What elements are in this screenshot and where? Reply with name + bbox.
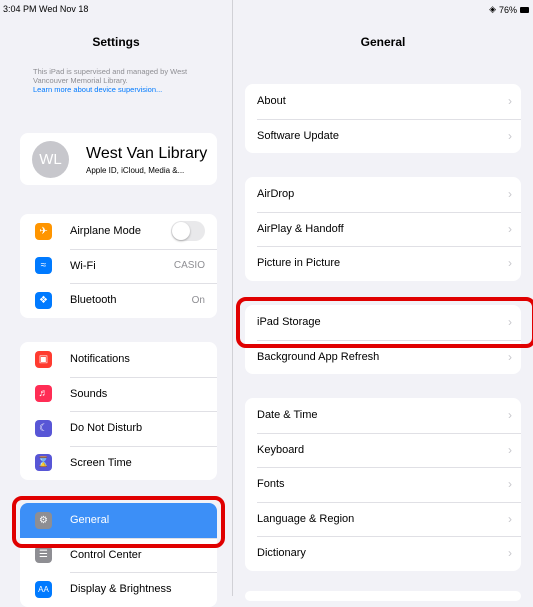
list-item-ipad-storage[interactable]: iPad Storage › xyxy=(245,305,521,340)
hourglass-icon: ⌛ xyxy=(35,454,52,472)
bluetooth-icon: ❖ xyxy=(35,291,52,309)
toggle-knob xyxy=(172,222,190,241)
locale-group: Date & Time › Keyboard › Fonts › Languag… xyxy=(245,398,521,571)
sidebar-item-label: Bluetooth xyxy=(70,294,117,307)
sounds-icon: ♬ xyxy=(35,385,52,403)
list-item-fonts[interactable]: Fonts › xyxy=(245,467,521,502)
list-item-software-update[interactable]: Software Update › xyxy=(245,118,521,154)
chevron-right-icon: › xyxy=(508,187,512,202)
list-item-label: Background App Refresh xyxy=(257,350,380,363)
connectivity-group: ✈ Airplane Mode ≈ Wi-Fi CASIO ❖ Bluetoot… xyxy=(20,214,217,318)
supervision-notice: This iPad is supervised and managed by W… xyxy=(33,67,213,94)
sidebar-item-screen-time[interactable]: ⌛ Screen Time xyxy=(20,445,217,481)
list-item-keyboard[interactable]: Keyboard › xyxy=(245,432,521,468)
profile-subtitle: Apple ID, iCloud, Media &... xyxy=(86,166,185,175)
chevron-right-icon: › xyxy=(508,128,512,143)
list-item-label: Dictionary xyxy=(257,547,306,560)
list-item-airplay-handoff[interactable]: AirPlay & Handoff › xyxy=(245,211,521,247)
wifi-icon: ≈ xyxy=(35,257,52,275)
list-item-label: Picture in Picture xyxy=(257,257,341,270)
sidebar-title: Settings xyxy=(92,35,140,49)
sidebar-item-label: General xyxy=(70,514,110,527)
general-pane: General About › Software Update › AirDro… xyxy=(233,0,533,601)
sidebar-item-notifications[interactable]: ▣ Notifications xyxy=(20,342,217,377)
notifications-icon: ▣ xyxy=(35,350,52,368)
chevron-right-icon: › xyxy=(508,546,512,561)
storage-group: iPad Storage › Background App Refresh › xyxy=(245,305,521,374)
list-item-label: Keyboard xyxy=(257,443,305,456)
next-group-partial xyxy=(245,591,521,601)
pane-title: General xyxy=(360,35,406,49)
sidebar-item-wifi[interactable]: ≈ Wi-Fi CASIO xyxy=(20,248,217,284)
control-center-icon: ☰ xyxy=(35,546,52,564)
list-item-label: About xyxy=(257,95,286,108)
list-item-label: Language & Region xyxy=(257,512,355,525)
sidebar-item-sounds[interactable]: ♬ Sounds xyxy=(20,376,217,412)
chevron-right-icon: › xyxy=(508,315,512,330)
list-item-label: Fonts xyxy=(257,478,285,491)
chevron-right-icon: › xyxy=(508,408,512,423)
sidebar-item-label: Do Not Disturb xyxy=(70,422,143,435)
sidebar-item-do-not-disturb[interactable]: ☾ Do Not Disturb xyxy=(20,411,217,446)
wifi-network-value: CASIO xyxy=(173,260,205,272)
chevron-right-icon: › xyxy=(508,221,512,236)
list-item-picture-in-picture[interactable]: Picture in Picture › xyxy=(245,246,521,281)
sidebar-item-display-brightness[interactable]: AA Display & Brightness xyxy=(20,572,217,607)
chevron-right-icon: › xyxy=(508,477,512,492)
list-item-label: iPad Storage xyxy=(257,316,321,329)
list-item-label: Date & Time xyxy=(257,409,318,422)
moon-icon: ☾ xyxy=(35,419,52,437)
sidebar-item-label: Screen Time xyxy=(70,456,132,469)
general-group: ⚙ General ☰ Control Center AA Display & … xyxy=(20,503,217,607)
sidebar-item-general[interactable]: ⚙ General xyxy=(20,503,217,538)
profile-name: West Van Library xyxy=(86,145,208,162)
bluetooth-status-value: On xyxy=(191,294,205,306)
sidebar-item-label: Control Center xyxy=(70,548,142,561)
list-item-label: AirDrop xyxy=(257,188,295,201)
chevron-right-icon: › xyxy=(508,349,512,364)
sidebar-item-label: Sounds xyxy=(70,387,108,400)
avatar: WL xyxy=(32,141,69,178)
supervision-text: This iPad is supervised and managed by W… xyxy=(33,67,188,85)
settings-sidebar: Settings This iPad is supervised and man… xyxy=(0,0,232,607)
list-item-date-time[interactable]: Date & Time › xyxy=(245,398,521,433)
list-item-language-region[interactable]: Language & Region › xyxy=(245,501,521,537)
list-item-about[interactable]: About › xyxy=(245,84,521,119)
list-item-airdrop[interactable]: AirDrop › xyxy=(245,177,521,212)
list-item-label: AirPlay & Handoff xyxy=(257,222,344,235)
sharing-group: AirDrop › AirPlay & Handoff › Picture in… xyxy=(245,177,521,281)
profile-group: WL West Van Library Apple ID, iCloud, Me… xyxy=(20,133,217,185)
display-icon: AA xyxy=(35,580,52,598)
airplane-mode-toggle[interactable] xyxy=(171,221,205,242)
sidebar-item-label: Wi-Fi xyxy=(70,259,96,272)
sidebar-item-label: Airplane Mode xyxy=(70,225,141,238)
sidebar-item-bluetooth[interactable]: ❖ Bluetooth On xyxy=(20,283,217,318)
chevron-right-icon: › xyxy=(508,94,512,109)
chevron-right-icon: › xyxy=(508,511,512,526)
about-group: About › Software Update › xyxy=(245,84,521,153)
list-item-dictionary[interactable]: Dictionary › xyxy=(245,536,521,571)
list-item-background-app-refresh[interactable]: Background App Refresh › xyxy=(245,339,521,375)
notifications-group: ▣ Notifications ♬ Sounds ☾ Do Not Distur… xyxy=(20,342,217,480)
sidebar-item-label: Display & Brightness xyxy=(70,583,172,596)
sidebar-item-control-center[interactable]: ☰ Control Center xyxy=(20,537,217,573)
list-item-label: Software Update xyxy=(257,129,339,142)
chevron-right-icon: › xyxy=(508,256,512,271)
airplane-icon: ✈ xyxy=(35,222,52,240)
sidebar-item-label: Notifications xyxy=(70,353,130,366)
supervision-link[interactable]: Learn more about device supervision... xyxy=(33,85,213,94)
apple-id-profile-row[interactable]: WL West Van Library Apple ID, iCloud, Me… xyxy=(20,133,217,185)
chevron-right-icon: › xyxy=(508,442,512,457)
gear-icon: ⚙ xyxy=(35,511,52,529)
sidebar-item-airplane-mode[interactable]: ✈ Airplane Mode xyxy=(20,214,217,249)
